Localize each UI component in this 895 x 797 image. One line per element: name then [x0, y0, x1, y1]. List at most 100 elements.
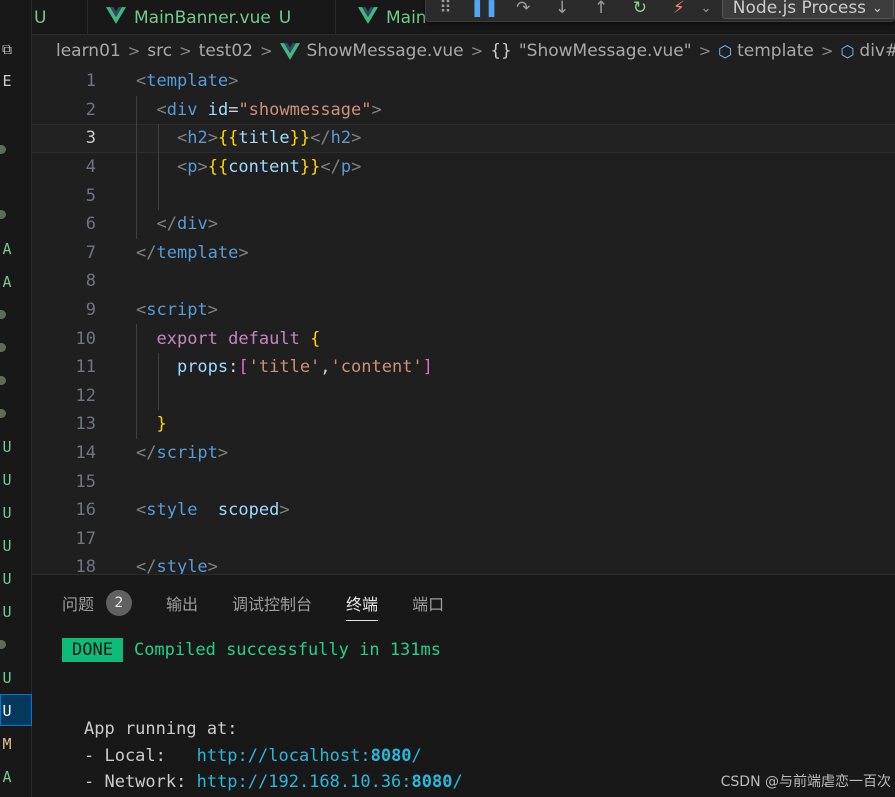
code-line[interactable]: 11 props:['title','content'] — [32, 353, 895, 382]
code-token: script — [146, 300, 208, 321]
tab-label: 输出 — [166, 594, 199, 614]
app-running-text: App running at: — [84, 719, 238, 739]
code-token: { — [310, 328, 321, 349]
code-editor[interactable]: 1 <template> 2 <div id="showmessage"> 3 <h2… — [32, 67, 895, 574]
local-url-prefix: http://localhost: — [196, 746, 371, 766]
code-line[interactable]: 18 </style> — [32, 553, 895, 574]
code-token: > — [371, 99, 382, 120]
tab-ports[interactable]: 端口 — [412, 588, 444, 618]
code-line[interactable]: 12 — [32, 382, 895, 411]
line-number: 5 — [85, 185, 96, 206]
local-url-suffix: / — [411, 746, 422, 766]
code-line[interactable]: 13 } — [32, 410, 895, 439]
code-token: script — [156, 443, 218, 464]
line-number: 16 — [75, 500, 96, 521]
code-token: [ — [238, 357, 249, 378]
network-label: - Network: — [84, 772, 197, 792]
code-line[interactable]: 1 <template> — [32, 67, 895, 96]
step-over-icon[interactable]: ↷ — [504, 0, 543, 18]
breadcrumb-item-src[interactable]: src — [147, 41, 172, 61]
code-token: < — [136, 500, 147, 521]
breadcrumb-item-learn01[interactable]: learn01 — [56, 41, 121, 61]
collapse-all-icon[interactable]: ⧉ — [2, 42, 12, 58]
line-number: 7 — [85, 242, 96, 263]
indent-guide — [158, 353, 159, 411]
code-line[interactable]: 17 — [32, 525, 895, 554]
chevron-right-icon: > — [259, 42, 273, 60]
drag-handle-icon[interactable]: ⠿ — [426, 0, 465, 18]
code-line[interactable]: 16 <style scoped> — [32, 496, 895, 525]
terminal-line: - Network: http://192.168.10.36:8080/ — [84, 769, 463, 795]
problems-count-badge: 2 — [106, 589, 133, 616]
code-token: > — [207, 300, 218, 321]
chevron-down-icon[interactable]: ⌄ — [698, 1, 714, 16]
code-token: props — [176, 357, 229, 378]
tab-debug-console[interactable]: 调试控制台 — [232, 588, 312, 618]
editor-tab-main[interactable]: Main — [336, 0, 436, 35]
git-status-mark: A — [2, 273, 12, 291]
code-token: p — [340, 157, 352, 178]
restart-icon[interactable]: ↻ — [620, 0, 659, 18]
code-token: </ — [136, 242, 157, 263]
code-token: }} — [289, 128, 311, 149]
pause-icon[interactable]: ❚❚ — [465, 0, 504, 18]
chevron-right-icon: > — [470, 42, 484, 60]
chevron-right-icon: > — [179, 42, 192, 60]
git-status-dot — [0, 343, 6, 352]
code-line[interactable]: 9 <script> — [32, 296, 895, 325]
code-line[interactable]: 8 — [32, 267, 895, 296]
code-line[interactable]: 7 </template> — [32, 239, 895, 268]
code-token: , — [320, 357, 331, 378]
step-out-icon[interactable]: ↑ — [582, 0, 621, 18]
tab-label: 端口 — [412, 594, 445, 614]
code-token: id — [207, 99, 229, 120]
code-line[interactable]: 2 <div id="showmessage"> — [32, 96, 895, 125]
code-line[interactable]: 5 — [32, 181, 895, 210]
cube-icon: ⬡ — [718, 41, 733, 61]
editor-tab-mainbanner[interactable]: MainBanner.vue U — [88, 0, 336, 35]
network-url-suffix: / — [452, 772, 463, 792]
network-port: 8080 — [411, 772, 453, 792]
code-token: < — [176, 128, 188, 149]
git-status-mark: U — [2, 603, 12, 621]
tab-filename: MainBanner.vue — [134, 7, 271, 28]
breadcrumb-item-div[interactable]: div# — [859, 41, 895, 61]
git-status-mark: U — [2, 702, 12, 720]
line-number: 18 — [75, 557, 96, 574]
tab-filename: Main — [386, 7, 427, 28]
line-number: 9 — [85, 300, 96, 321]
local-url-link[interactable]: http://localhost:8080/ — [197, 746, 422, 766]
code-token: < — [176, 157, 188, 178]
process-select[interactable]: Node.js Process ⌄ — [721, 0, 894, 19]
step-into-icon[interactable]: ↓ — [543, 0, 582, 18]
code-token: > — [217, 443, 229, 464]
git-status-dot — [0, 210, 6, 219]
code-line[interactable]: 14 </script> — [32, 439, 895, 468]
tab-output[interactable]: 输出 — [166, 588, 198, 618]
code-line[interactable]: 6 </div> — [32, 210, 895, 239]
breadcrumb-item-file[interactable]: ShowMessage.vue — [307, 41, 464, 61]
code-text: <p>{{content}}</p> — [136, 157, 361, 177]
tab-problems[interactable]: 问题 2 — [62, 588, 133, 618]
breadcrumb-item-test02[interactable]: test02 — [199, 41, 253, 61]
breadcrumb-item-symbol[interactable]: "ShowMessage.vue" — [519, 41, 692, 61]
network-url-link[interactable]: http://192.168.10.36:8080/ — [197, 772, 463, 792]
code-token: ] — [422, 357, 433, 378]
code-line[interactable]: 3 <h2>{{title}}</h2> — [32, 124, 895, 153]
code-line[interactable]: 10 export default { — [32, 324, 895, 353]
line-number: 4 — [85, 157, 96, 178]
network-url-prefix: http://192.168.10.36: — [196, 772, 412, 792]
line-number: 1 — [85, 71, 96, 92]
code-line[interactable]: 4 <p>{{content}}</p> — [32, 153, 895, 182]
vue-file-icon — [358, 6, 378, 29]
disconnect-icon[interactable]: ⚡ — [659, 0, 698, 18]
git-status-mark: U — [2, 438, 12, 456]
breadcrumb-item-template[interactable]: template — [737, 41, 814, 61]
code-line[interactable]: 15 — [32, 467, 895, 496]
tab-terminal[interactable]: 终端 — [346, 588, 379, 621]
code-text: <template> — [136, 71, 238, 91]
breadcrumb: learn01 > src > test02 > ShowMessage.vue… — [32, 35, 895, 67]
